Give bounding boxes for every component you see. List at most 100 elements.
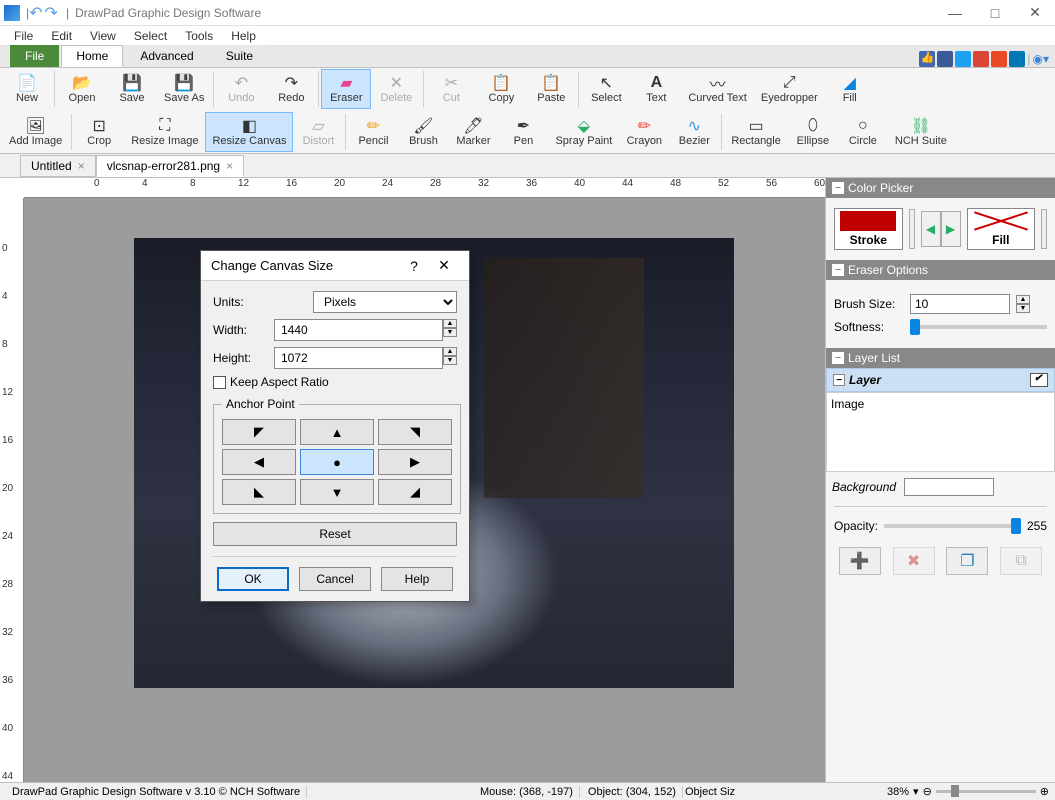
help-globe-icon[interactable]: ◉▾ (1033, 52, 1050, 66)
ellipse-button[interactable]: ⬯Ellipse (788, 112, 838, 152)
text-button[interactable]: AText (631, 69, 681, 109)
close-icon[interactable]: × (78, 159, 85, 173)
anchor-center[interactable]: ● (300, 449, 374, 475)
saveas-button[interactable]: 💾Save As (157, 69, 211, 109)
merge-layer-button[interactable]: ⧉ (1000, 547, 1042, 575)
tab-advanced[interactable]: Advanced (125, 45, 208, 67)
fill-dropdown[interactable] (1041, 209, 1047, 249)
delete-layer-button[interactable]: ✖ (893, 547, 935, 575)
eraser-button[interactable]: ▰Eraser (321, 69, 371, 109)
layer-header[interactable]: − Layer (826, 368, 1055, 392)
height-input[interactable] (274, 347, 443, 369)
tab-file[interactable]: File (10, 45, 59, 67)
undo-icon[interactable]: ↶ (29, 3, 42, 23)
maximize-button[interactable]: □ (975, 0, 1015, 26)
tab-suite[interactable]: Suite (211, 45, 268, 67)
help-button[interactable]: Help (381, 567, 453, 591)
facebook-icon[interactable] (937, 51, 953, 67)
brushsize-input[interactable] (910, 294, 1010, 314)
menu-help[interactable]: Help (223, 27, 264, 45)
cut-button[interactable]: ✂Cut (426, 69, 476, 109)
save-button[interactable]: 💾Save (107, 69, 157, 109)
cancel-button[interactable]: Cancel (299, 567, 371, 591)
eyedropper-button[interactable]: ⤢Eyedropper (754, 69, 825, 109)
paste-button[interactable]: 📋Paste (526, 69, 576, 109)
doctab-untitled[interactable]: Untitled× (20, 155, 96, 177)
curvedtext-button[interactable]: 〰Curved Text (681, 69, 754, 109)
like-icon[interactable]: 👍 (919, 51, 935, 67)
close-button[interactable]: ✕ (1015, 0, 1055, 26)
anchor-se[interactable]: ◢ (378, 479, 452, 505)
redo-icon[interactable]: ↷ (45, 3, 58, 23)
dialog-titlebar[interactable]: Change Canvas Size ? ✕ (201, 251, 469, 281)
brushsize-spinner[interactable]: ▲▼ (1016, 295, 1030, 313)
collapse-icon[interactable]: − (833, 374, 845, 386)
menu-tools[interactable]: Tools (177, 27, 221, 45)
menu-file[interactable]: File (6, 27, 41, 45)
width-input[interactable] (274, 319, 443, 341)
dialog-help-button[interactable]: ? (399, 258, 429, 274)
fill-swatch[interactable]: Fill (967, 208, 1036, 250)
marker-button[interactable]: 🖊Marker (448, 112, 498, 152)
layer-visible-checkbox[interactable] (1030, 373, 1048, 387)
duplicate-layer-button[interactable]: ❐ (946, 547, 988, 575)
layer-item[interactable]: Image (831, 397, 1050, 411)
undo-button[interactable]: ↶Undo (216, 69, 266, 109)
brush-button[interactable]: 🖌Brush (398, 112, 448, 152)
resizecanvas-button[interactable]: ◧Resize Canvas (205, 112, 293, 152)
twitter-icon[interactable] (955, 51, 971, 67)
menu-select[interactable]: Select (126, 27, 175, 45)
anchor-s[interactable]: ▼ (300, 479, 374, 505)
zoom-dropdown-icon[interactable]: ▾ (913, 785, 919, 798)
collapse-icon[interactable]: − (832, 182, 844, 194)
reset-button[interactable]: Reset (213, 522, 457, 546)
fill-button[interactable]: ◢Fill (825, 69, 875, 109)
bezier-button[interactable]: ∿Bezier (669, 112, 719, 152)
tab-home[interactable]: Home (61, 45, 123, 67)
nchsuite-button[interactable]: ⛓NCH Suite (888, 112, 954, 152)
units-select[interactable]: Pixels (313, 291, 457, 313)
new-button[interactable]: 📄New (2, 69, 52, 109)
softness-slider[interactable] (910, 325, 1047, 329)
rectangle-button[interactable]: ▭Rectangle (724, 112, 788, 152)
redo-button[interactable]: ↷Redo (266, 69, 316, 109)
linkedin-icon[interactable] (1009, 51, 1025, 67)
zoom-in-button[interactable]: ⊕ (1040, 785, 1049, 798)
doctab-vlcsnap[interactable]: vlcsnap-error281.png× (96, 155, 244, 177)
pen-button[interactable]: ✒Pen (498, 112, 548, 152)
circle-button[interactable]: ○Circle (838, 112, 888, 152)
add-layer-button[interactable]: ➕ (839, 547, 881, 575)
anchor-nw[interactable]: ◤ (222, 419, 296, 445)
anchor-ne[interactable]: ◥ (378, 419, 452, 445)
height-spinner[interactable]: ▲▼ (443, 347, 457, 369)
crop-button[interactable]: ⊡Crop (74, 112, 124, 152)
collapse-icon[interactable]: − (832, 352, 844, 364)
stroke-swatch[interactable]: Stroke (834, 208, 903, 250)
swap-right-icon[interactable]: ▶ (941, 211, 961, 247)
pencil-button[interactable]: ✏Pencil (348, 112, 398, 152)
zoom-slider[interactable] (936, 790, 1036, 793)
background-swatch[interactable] (904, 478, 994, 496)
anchor-w[interactable]: ◀ (222, 449, 296, 475)
width-spinner[interactable]: ▲▼ (443, 319, 457, 341)
select-button[interactable]: ↖Select (581, 69, 631, 109)
anchor-sw[interactable]: ◣ (222, 479, 296, 505)
minimize-button[interactable]: — (935, 0, 975, 26)
ok-button[interactable]: OK (217, 567, 289, 591)
anchor-e[interactable]: ▶ (378, 449, 452, 475)
dialog-close-button[interactable]: ✕ (429, 257, 459, 274)
addimage-button[interactable]: 🖼Add Image (2, 112, 69, 152)
open-button[interactable]: 📂Open (57, 69, 107, 109)
google-icon[interactable] (973, 51, 989, 67)
swap-left-icon[interactable]: ◀ (921, 211, 941, 247)
copy-button[interactable]: 📋Copy (476, 69, 526, 109)
opacity-slider[interactable] (884, 524, 1021, 528)
zoom-out-button[interactable]: ⊖ (923, 785, 932, 798)
stumble-icon[interactable] (991, 51, 1007, 67)
anchor-n[interactable]: ▲ (300, 419, 374, 445)
close-icon[interactable]: × (226, 159, 233, 173)
spraypaint-button[interactable]: ⬙Spray Paint (548, 112, 619, 152)
menu-edit[interactable]: Edit (43, 27, 80, 45)
crayon-button[interactable]: ✏Crayon (619, 112, 669, 152)
resizeimage-button[interactable]: ⛶Resize Image (124, 112, 205, 152)
